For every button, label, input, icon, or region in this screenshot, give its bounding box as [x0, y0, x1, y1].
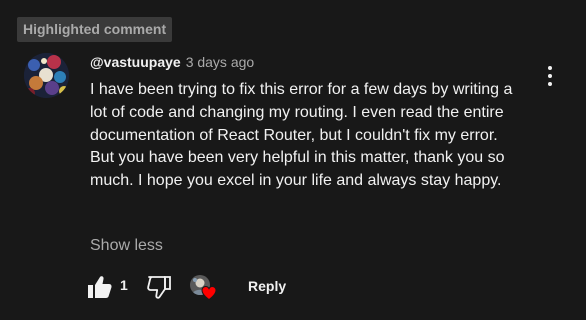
- dislike-button[interactable]: [145, 274, 173, 300]
- more-vert-icon[interactable]: [536, 62, 564, 90]
- comment-author[interactable]: @vastuupaye: [90, 54, 181, 70]
- comment-timestamp[interactable]: 3 days ago: [186, 54, 255, 70]
- thumbs-down-icon: [147, 276, 171, 299]
- commenter-avatar[interactable]: [24, 53, 69, 98]
- like-count: 1: [120, 277, 128, 293]
- show-less-button[interactable]: Show less: [90, 236, 163, 256]
- highlighted-comment-badge: Highlighted comment: [17, 17, 173, 42]
- comment-text: I have been trying to fix this error for…: [90, 81, 513, 190]
- reply-button[interactable]: Reply: [248, 278, 286, 294]
- like-button[interactable]: [86, 274, 114, 300]
- creator-heart[interactable]: [190, 275, 220, 303]
- comment-header: @vastuupaye 3 days ago: [90, 52, 254, 72]
- thumbs-up-icon: [88, 276, 112, 298]
- heart-icon: [201, 285, 217, 301]
